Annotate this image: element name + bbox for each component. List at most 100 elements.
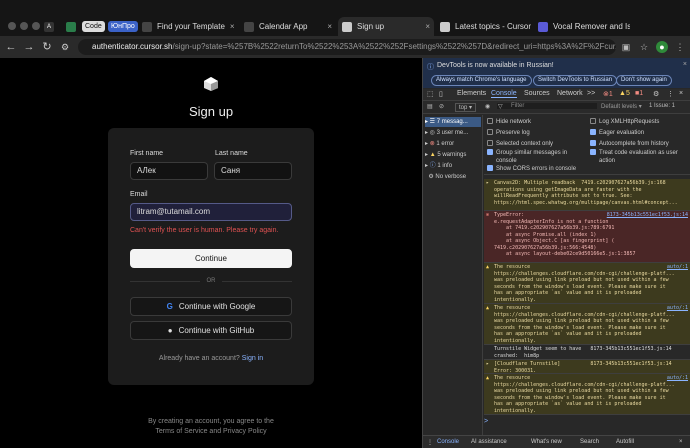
clear-console-icon[interactable]: ⊘ — [439, 103, 444, 110]
extension-icon[interactable]: ▣ — [620, 41, 632, 53]
tab-sources[interactable]: Sources — [524, 90, 550, 97]
filter-input[interactable]: Filter — [497, 103, 597, 109]
tab-a[interactable]: A — [40, 17, 60, 36]
sidebar-item-verbose[interactable]: ⚙ No verbose — [425, 172, 481, 182]
console-info-turnstile[interactable]: Turnstile Widget seem to have 8173-345b1… — [484, 345, 690, 360]
console-prompt[interactable]: > — [484, 418, 488, 425]
terms-link[interactable]: Terms of Service and Privacy Policy — [0, 427, 422, 437]
more-tabs-icon[interactable]: >> — [587, 90, 595, 97]
console-warning-cloudflare[interactable]: ▸ [Cloudflare Turnstile] 8173-345b13c551e… — [484, 360, 690, 374]
expand-icon[interactable]: ▸ — [486, 361, 489, 368]
checkbox[interactable] — [590, 140, 596, 147]
log-xhr-option[interactable]: Log XMLHttpRequests — [590, 118, 659, 126]
maximize-window-icon[interactable] — [32, 22, 40, 30]
dont-show-button[interactable]: Don't show again — [616, 75, 672, 86]
google-button[interactable]: G Continue with Google — [130, 297, 292, 316]
back-icon[interactable]: ← — [4, 40, 18, 54]
console-warning-preload[interactable]: ▲ auto/:1 The resource https://challenges.… — [484, 263, 690, 304]
close-window-icon[interactable] — [8, 22, 16, 30]
sidebar-item-info[interactable]: ▸ ⓘ 1 info — [425, 161, 481, 171]
tab-network[interactable]: Network — [557, 90, 583, 97]
close-tab-icon[interactable]: × — [425, 22, 430, 31]
devtools-menu-icon[interactable]: ⋮ — [667, 90, 674, 98]
sidebar-item-warnings[interactable]: ▸ ▲ 5 warnings — [425, 150, 481, 160]
profile-avatar[interactable]: ● — [656, 41, 668, 53]
console-warning-canvas[interactable]: ▸ Canvas2D: Multiple readback 7419.c20290… — [484, 179, 690, 211]
device-toggle-icon[interactable]: ▯ — [439, 90, 443, 98]
drawer-tab-search[interactable]: Search — [580, 439, 599, 445]
close-notice-icon[interactable]: × — [683, 61, 687, 68]
selected-context-option[interactable]: Selected context only — [487, 140, 553, 148]
checkbox[interactable] — [590, 118, 596, 125]
minimize-window-icon[interactable] — [20, 22, 28, 30]
drawer-tab-ai-assistance[interactable]: AI assistance — [471, 439, 507, 445]
checkbox[interactable] — [487, 118, 493, 125]
preserve-log-option[interactable]: Preserve log — [487, 129, 530, 137]
first-name-field[interactable]: АЛек — [130, 162, 208, 180]
checkbox[interactable] — [590, 149, 596, 156]
tab-elements[interactable]: Elements — [457, 90, 486, 97]
close-tab-icon[interactable]: × — [327, 22, 332, 31]
drawer-tab-whats-new[interactable]: What's new — [531, 439, 562, 445]
sidebar-toggle-icon[interactable]: ▤ — [427, 103, 433, 110]
issues-button[interactable]: 1 Issue: 1 — [649, 103, 675, 109]
hide-network-option[interactable]: Hide network — [487, 118, 531, 126]
close-devtools-icon[interactable]: × — [679, 90, 683, 97]
drawer-tab-console[interactable]: Console — [437, 439, 459, 445]
continue-button[interactable]: Continue — [130, 249, 292, 268]
sidebar-item-errors[interactable]: ▸ ⊗ 1 error — [425, 139, 481, 149]
checkbox[interactable] — [487, 140, 493, 147]
info-badge[interactable]: ■1 — [635, 90, 643, 97]
bookmark-star-icon[interactable]: ☆ — [638, 41, 650, 53]
tab-chat[interactable] — [62, 17, 80, 36]
window-controls[interactable] — [8, 22, 40, 30]
tab-latest-topics[interactable]: Latest topics - Cursor - × — [436, 17, 532, 36]
expand-icon[interactable]: ▸ — [486, 180, 489, 187]
eager-eval-option[interactable]: Eager evaluation — [590, 129, 644, 137]
checkbox[interactable] — [487, 149, 493, 156]
cors-errors-option[interactable]: Show CORS errors in console — [487, 165, 576, 173]
sign-in-link[interactable]: Sign in — [242, 355, 263, 362]
match-language-button[interactable]: Always match Chrome's language — [431, 75, 532, 86]
checkbox[interactable] — [487, 165, 493, 172]
context-select[interactable]: top ▾ — [455, 103, 477, 112]
console-warning-preload[interactable]: ▲ auto/:1 The resource https://challenges.… — [484, 374, 690, 415]
tab-vocal-remover[interactable]: Vocal Remover and Isola — [534, 17, 630, 36]
error-badge[interactable]: ⊗1 — [603, 90, 613, 98]
last-name-field[interactable]: Саня — [214, 162, 292, 180]
inspect-icon[interactable]: ⬚ — [427, 90, 434, 98]
tab-sign-up[interactable]: Sign up × — [338, 17, 434, 36]
log-source-link[interactable]: 8173-345b13c551ec1f53.js:14 — [607, 212, 688, 219]
autocomplete-option[interactable]: Autocomplete from history — [590, 140, 669, 148]
console-error-typeerror[interactable]: ⊗ 8173-345b13c551ec1f53.js:14 TypeError: e… — [484, 211, 690, 263]
url-input[interactable]: authenticator.cursor.sh/sign-up?state=%2… — [78, 39, 616, 55]
treat-eval-option[interactable]: Treat code evaluation as user action — [590, 149, 690, 165]
forward-icon[interactable]: → — [22, 40, 36, 54]
tab-find-template[interactable]: Find your Template × — [138, 17, 238, 36]
checkbox[interactable] — [590, 129, 596, 136]
warning-badge[interactable]: ▲5 — [619, 90, 630, 97]
log-source-link[interactable]: auto/:1 — [667, 264, 688, 271]
console-warning-preload[interactable]: ▲ auto/:1 The resource https://challenges.… — [484, 304, 690, 345]
tab-calendar-app[interactable]: Calendar App × — [240, 17, 336, 36]
switch-russian-button[interactable]: Switch DevTools to Russian — [533, 75, 618, 86]
menu-icon[interactable]: ⋮ — [674, 41, 686, 53]
close-tab-icon[interactable]: × — [230, 22, 235, 31]
email-field[interactable]: litram@tutamail.com — [130, 203, 292, 221]
drawer-menu-icon[interactable]: ⋮ — [427, 439, 433, 446]
reload-icon[interactable]: ↻ — [40, 40, 54, 54]
site-info-icon[interactable]: ⚙ — [58, 40, 72, 54]
checkbox[interactable] — [487, 129, 493, 136]
log-source-link[interactable]: auto/:1 — [667, 375, 688, 382]
junpro-tab-pill[interactable]: ЮнПро — [108, 21, 138, 32]
sidebar-item-user-messages[interactable]: ▸ ◎ 3 user me... — [425, 128, 481, 138]
group-similar-option[interactable]: Group similar messages in console — [487, 149, 587, 165]
drawer-tab-autofill[interactable]: Autofill — [616, 439, 634, 445]
close-drawer-icon[interactable]: × — [679, 439, 683, 445]
eye-icon[interactable]: ◉ — [485, 103, 490, 110]
log-source-link[interactable]: auto/:1 — [667, 305, 688, 312]
tab-console[interactable]: Console — [491, 90, 517, 98]
code-tab-pill[interactable]: Code — [82, 21, 105, 32]
sidebar-item-messages[interactable]: ▸ ☰ 7 messag... — [425, 117, 481, 127]
github-button[interactable]: ● Continue with GitHub — [130, 321, 292, 340]
